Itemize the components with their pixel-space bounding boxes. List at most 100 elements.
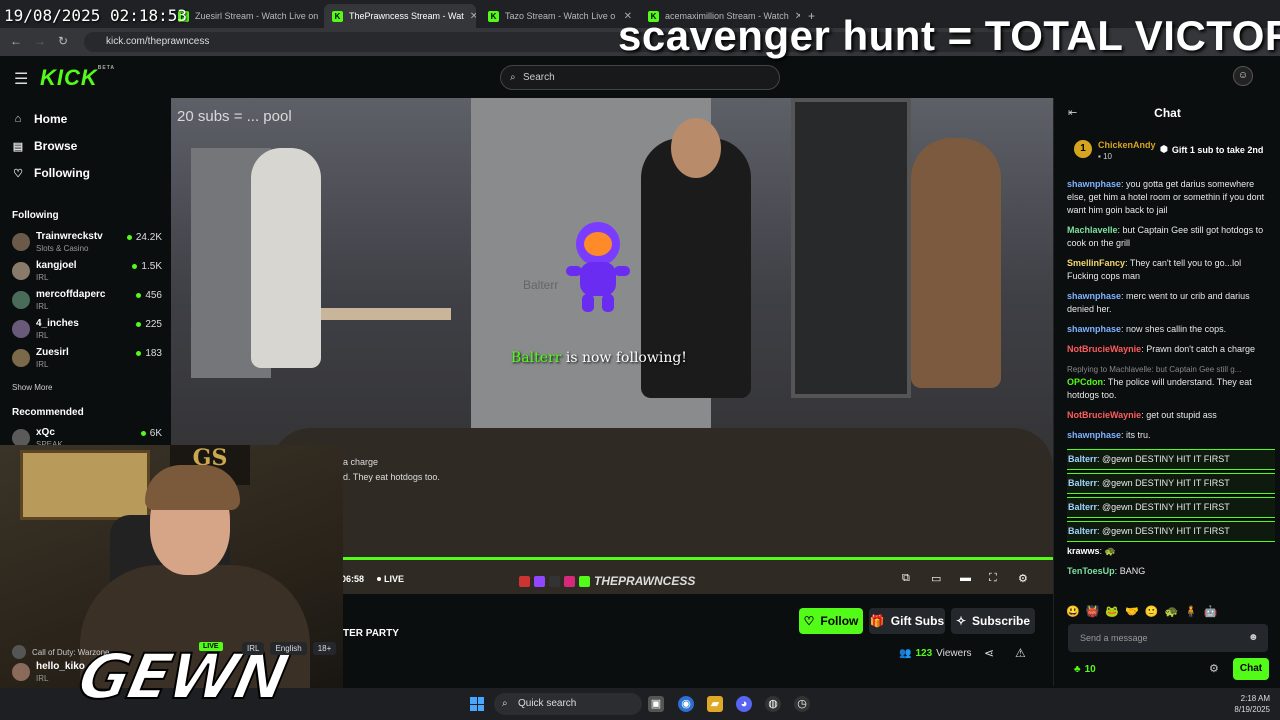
clock-app-icon[interactable]: ◷ bbox=[794, 696, 810, 712]
live-indicator: LIVE bbox=[377, 574, 404, 584]
gift-cta[interactable]: ⬢ Gift 1 sub to take 2nd bbox=[1160, 144, 1263, 155]
subscribe-button[interactable]: ✧ Subscribe bbox=[951, 608, 1035, 634]
chat-message[interactable]: krawws: 🐢 bbox=[1067, 545, 1275, 558]
kick-logo[interactable]: KICKBETA bbox=[40, 65, 115, 91]
emote-icon[interactable]: 🐢 bbox=[1165, 605, 1179, 618]
emoji-picker-icon[interactable]: ☻ bbox=[1248, 632, 1259, 643]
chat-message[interactable]: Replying to Machlavelle: but Captain Gee… bbox=[1067, 363, 1275, 402]
home-icon: ⌂ bbox=[14, 113, 22, 125]
reload-icon[interactable]: ↻ bbox=[58, 34, 68, 48]
gift-subs-button[interactable]: 🎁 Gift Subs bbox=[869, 608, 945, 634]
search-input[interactable]: ⌕ Search bbox=[500, 65, 780, 90]
chat-message-input[interactable]: Send a message bbox=[1068, 624, 1268, 652]
emote-icon[interactable]: 🙂 bbox=[1145, 605, 1159, 618]
gift-leaderboard[interactable]: 1 ChickenAndy ▪ 10 ⬢ Gift 1 sub to take 2… bbox=[1068, 136, 1278, 168]
chat-message[interactable]: NotBrucieWaynie: Prawn don't catch a cha… bbox=[1067, 343, 1275, 356]
chat-message[interactable]: shawnphase: merc went to ur crib and dar… bbox=[1067, 290, 1275, 316]
channel-category: IRL bbox=[36, 302, 49, 311]
close-tab-icon[interactable]: ✕ bbox=[470, 11, 476, 22]
watermark-text: THEPRAWNCESS bbox=[594, 574, 696, 588]
windows-start-icon[interactable] bbox=[470, 697, 484, 711]
gift-icon: ⬢ bbox=[1160, 144, 1168, 154]
emote-icon[interactable]: 🤝 bbox=[1125, 605, 1139, 618]
followed-channel[interactable]: Zuesirl IRL 183 bbox=[12, 346, 162, 374]
chat-username[interactable]: krawws bbox=[1067, 546, 1100, 556]
followed-channel[interactable]: 4_inches IRL 225 bbox=[12, 317, 162, 345]
follow-button[interactable]: ♡ Follow bbox=[799, 608, 863, 634]
sidebar-category[interactable]: Call of Duty: Warzone bbox=[12, 645, 110, 659]
chat-username[interactable]: NotBrucieWaynie bbox=[1067, 344, 1141, 354]
file-explorer-icon[interactable]: ▰ bbox=[707, 696, 723, 712]
following-header: Following bbox=[12, 210, 59, 221]
theater-mode-icon[interactable]: ▬ bbox=[960, 572, 971, 584]
tag-irl[interactable]: IRL bbox=[242, 642, 265, 655]
system-clock[interactable]: 2:18 AM 8/19/2025 bbox=[1234, 693, 1270, 715]
emote-icon[interactable]: 😃 bbox=[1066, 605, 1080, 618]
emote-icon[interactable]: 🤖 bbox=[1204, 605, 1218, 618]
recommended-channel[interactable]: hello_kiko IRL bbox=[12, 661, 162, 687]
sidebar-item-browse[interactable]: ▤ Browse bbox=[12, 139, 78, 153]
chat-username[interactable]: OPCdon bbox=[1067, 377, 1103, 387]
emote-icon[interactable]: 🐸 bbox=[1105, 605, 1119, 618]
chat-username[interactable]: shawnphase bbox=[1067, 291, 1121, 301]
discord-icon[interactable]: ◕ bbox=[736, 696, 752, 712]
miniplayer-icon[interactable]: ⧉ bbox=[902, 572, 910, 585]
chat-username[interactable]: Balterr bbox=[1068, 502, 1097, 512]
chat-username[interactable]: shawnphase bbox=[1067, 324, 1121, 334]
chat-message[interactable]: shawnphase: now shes callin the cops. bbox=[1067, 323, 1275, 336]
followed-channel[interactable]: kangjoel IRL 1.5K bbox=[12, 259, 162, 287]
forward-icon[interactable]: → bbox=[34, 34, 46, 48]
chat-message-highlighted[interactable]: Balterr: @gewn DESTINY HIT IT FIRST bbox=[1067, 473, 1275, 494]
emote-icon[interactable]: 🧍 bbox=[1184, 605, 1198, 618]
tag-english[interactable]: English bbox=[270, 642, 307, 655]
user-avatar[interactable]: ☺ bbox=[1233, 66, 1253, 86]
chat-message-highlighted[interactable]: Balterr: @gewn DESTINY HIT IT FIRST bbox=[1067, 449, 1275, 470]
followed-channel[interactable]: Trainwreckstv Slots & Casino 24.2K bbox=[12, 230, 162, 258]
gear-icon[interactable]: ⚙ bbox=[1018, 572, 1028, 585]
taskbar-search[interactable]: ⌕ Quick search bbox=[494, 693, 642, 715]
chat-username[interactable]: shawnphase bbox=[1067, 179, 1121, 189]
followed-channel[interactable]: mercoffdaperc IRL 456 bbox=[12, 288, 162, 316]
chat-username[interactable]: Machlavelle bbox=[1067, 225, 1118, 235]
viewer-count: 👥 123 Viewers bbox=[899, 648, 972, 659]
chat-username[interactable]: SmellinFancy bbox=[1067, 258, 1125, 268]
chat-username[interactable]: Balterr bbox=[1068, 478, 1097, 488]
live-dot-icon bbox=[136, 322, 142, 327]
browser-tab[interactable]: K Tazo Stream - Watch Live o ✕ bbox=[480, 4, 640, 28]
chat-message-highlighted[interactable]: Balterr: @gewn DESTINY HIT IT FIRST bbox=[1067, 521, 1275, 542]
menu-icon[interactable]: ☰ bbox=[14, 69, 28, 89]
app-icon[interactable]: ◍ bbox=[765, 696, 781, 712]
browser-tab-active[interactable]: K ThePrawncess Stream - Wat ✕ bbox=[324, 4, 476, 28]
chat-message[interactable]: Machlavelle: but Captain Gee still got h… bbox=[1067, 224, 1275, 250]
back-icon[interactable]: ← bbox=[10, 34, 22, 48]
sidebar-item-home[interactable]: ⌂ Home bbox=[12, 112, 68, 126]
chrome-icon[interactable]: ◉ bbox=[678, 696, 694, 712]
tag-18plus[interactable]: 18+ bbox=[312, 642, 337, 655]
chat-message[interactable]: SmellinFancy: They can't tell you to go.… bbox=[1067, 257, 1275, 283]
channel-points[interactable]: ♣ 10 bbox=[1074, 664, 1096, 675]
sidebar-item-following[interactable]: ♡ Following bbox=[12, 166, 90, 180]
fullscreen-icon[interactable]: ⛶ bbox=[989, 572, 997, 585]
chat-message[interactable]: shawnphase: its tru. bbox=[1067, 429, 1275, 442]
sidebar: ⌂ Home ▤ Browse ♡ Following Following Train… bbox=[0, 98, 170, 449]
chat-message[interactable]: TenToesUp: BANG bbox=[1067, 565, 1275, 578]
chat-username[interactable]: Balterr bbox=[1068, 526, 1097, 536]
task-view-icon[interactable]: ▣ bbox=[648, 696, 664, 712]
chat-username[interactable]: Balterr bbox=[1068, 454, 1097, 464]
chat-message-highlighted[interactable]: Balterr: @gewn DESTINY HIT IT FIRST bbox=[1067, 497, 1275, 518]
channel-category: IRL bbox=[36, 360, 49, 369]
chat-settings-icon[interactable]: ⚙ bbox=[1209, 662, 1219, 675]
chat-username[interactable]: TenToesUp bbox=[1067, 566, 1115, 576]
chat-panel: ⇤ Chat 1 ChickenAndy ▪ 10 ⬢ Gift 1 sub to… bbox=[1053, 98, 1280, 686]
chat-message[interactable]: NotBrucieWaynie: get out stupid ass bbox=[1067, 409, 1275, 422]
send-chat-button[interactable]: Chat bbox=[1233, 658, 1269, 680]
share-icon[interactable]: ⋖ bbox=[984, 646, 994, 660]
browser-tab[interactable]: K Zuesirl Stream - Watch Live on ✕ bbox=[170, 4, 320, 28]
chat-username[interactable]: NotBrucieWaynie bbox=[1067, 410, 1141, 420]
report-icon[interactable]: ⚠ bbox=[1015, 646, 1026, 660]
chat-message[interactable]: shawnphase: you gotta get darius somewhe… bbox=[1067, 178, 1275, 217]
chat-username[interactable]: shawnphase bbox=[1067, 430, 1121, 440]
emote-icon[interactable]: 👹 bbox=[1086, 605, 1100, 618]
show-more-link[interactable]: Show More bbox=[12, 383, 52, 392]
clip-icon[interactable]: ▭ bbox=[931, 572, 941, 585]
